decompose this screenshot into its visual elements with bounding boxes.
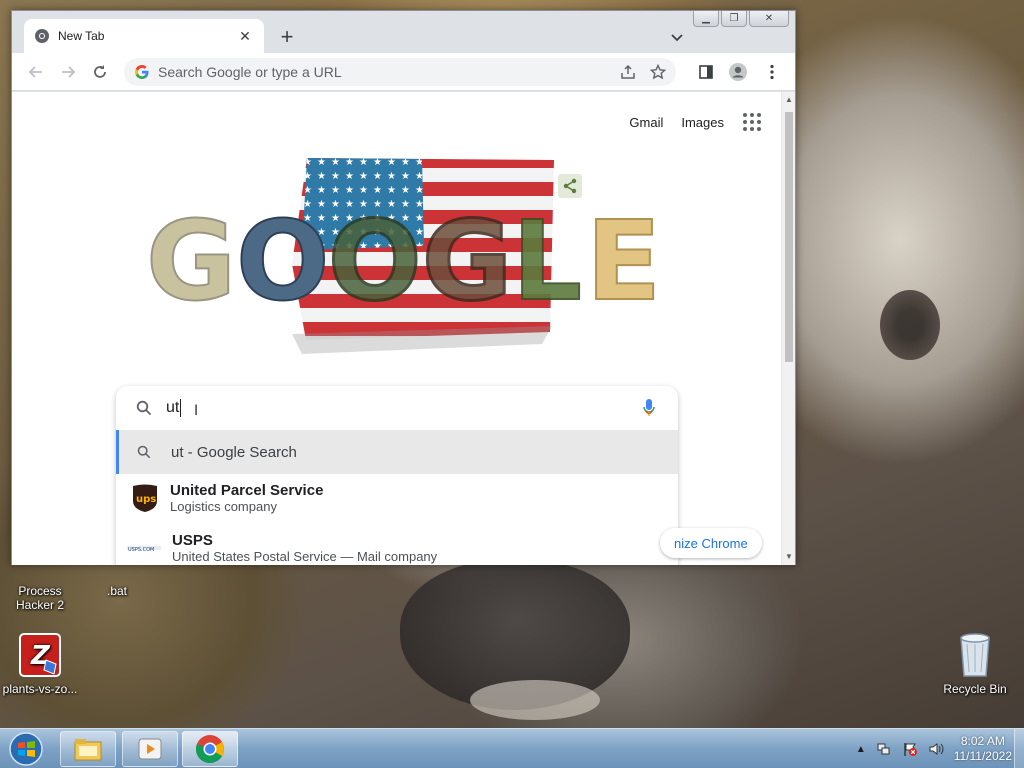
search-icon	[137, 445, 151, 459]
window-controls: ▁ ❐ ✕	[693, 11, 789, 27]
close-window-button[interactable]: ✕	[749, 11, 789, 27]
doodle-letter-l: L	[511, 197, 583, 325]
usps-logo-icon: USPS.COM	[126, 533, 162, 563]
search-input-value: ut	[166, 399, 180, 416]
doodle-letter-o1: O	[235, 197, 331, 325]
wallpaper-koala-eye	[880, 290, 940, 360]
wallpaper-koala-mouth	[470, 680, 600, 720]
suggestion-subtitle: Logistics company	[170, 498, 277, 514]
suggestion-usps[interactable]: USPS.COM USPS United States Postal Servi…	[116, 522, 678, 565]
system-tray: ▲ 8:02 AM 11/11/2022	[856, 729, 1012, 768]
back-arrow-icon[interactable]	[26, 62, 46, 82]
svg-text:ups: ups	[136, 494, 156, 505]
customize-chrome-button[interactable]: nize Chrome	[660, 528, 762, 558]
suggestion-ups[interactable]: ups United Parcel Service Logistics comp…	[116, 474, 678, 522]
suggestion-title: United Parcel Service	[170, 481, 324, 499]
clock[interactable]: 8:02 AM 11/11/2022	[954, 734, 1012, 764]
doodle-letter-o2: O	[327, 197, 424, 325]
text-caret	[180, 399, 182, 417]
address-bar-placeholder: Search Google or type a URL	[158, 64, 342, 80]
search-input[interactable]: ut	[116, 386, 678, 430]
start-button[interactable]	[4, 730, 48, 768]
clock-time: 8:02 AM	[960, 734, 1005, 748]
google-g-icon	[135, 65, 149, 79]
suggestion-google-search[interactable]: ut - Google Search	[116, 430, 678, 474]
doodle-letter-e: E	[585, 197, 662, 325]
scrollbar-thumb[interactable]	[785, 112, 793, 362]
microphone-icon[interactable]	[642, 398, 656, 418]
search-box-with-suggestions: ut Ⅰ ut - Google Search ups United Parce…	[116, 386, 678, 565]
show-hidden-icons-chevron-icon[interactable]: ▲	[856, 744, 866, 755]
restore-button[interactable]: ❐	[721, 11, 747, 27]
bookmark-star-icon[interactable]	[650, 64, 666, 80]
recycle-bin-icon	[955, 630, 995, 678]
clock-date: 11/11/2022	[953, 749, 1012, 763]
tab-close-icon[interactable]: ✕	[236, 27, 254, 45]
new-tab-button[interactable]: +	[274, 24, 300, 50]
scroll-up-icon[interactable]: ▲	[784, 95, 794, 105]
tab-title: New Tab	[58, 29, 105, 43]
profile-avatar-icon[interactable]	[728, 62, 748, 82]
reload-icon[interactable]	[90, 62, 110, 82]
images-link[interactable]: Images	[681, 115, 724, 130]
tab-strip: New Tab ✕ + ▁ ❐ ✕	[12, 11, 795, 53]
ups-logo-icon: ups	[130, 483, 160, 513]
kebab-menu-icon[interactable]	[762, 62, 782, 82]
share-page-icon[interactable]	[620, 64, 636, 80]
top-links: Gmail Images	[629, 112, 762, 132]
plants-vs-zombies-icon: Z	[18, 632, 62, 678]
desktop-icon-plants-vs-zombies[interactable]: Z plants-vs-zo...	[0, 632, 80, 696]
forward-arrow-icon[interactable]	[58, 62, 78, 82]
side-panel-icon[interactable]	[696, 62, 716, 82]
desktop-icon-recycle-bin[interactable]: Recycle Bin	[935, 630, 1015, 696]
browser-toolbar: Search Google or type a URL	[12, 53, 795, 91]
suggestion-text: ut - Google Search	[171, 443, 297, 461]
scroll-down-icon[interactable]: ▼	[784, 552, 794, 562]
chrome-window: New Tab ✕ + ▁ ❐ ✕ Search Google or type …	[11, 10, 796, 565]
media-player-icon	[138, 738, 162, 760]
svg-text:USPS.COM: USPS.COM	[128, 547, 154, 553]
taskbar-media-player-button[interactable]	[122, 731, 178, 767]
address-bar[interactable]: Search Google or type a URL	[124, 58, 676, 86]
volume-icon[interactable]	[928, 741, 944, 757]
taskbar: ▲ 8:02 AM 11/11/2022	[0, 728, 1024, 768]
desktop-icon-label: Hacker 2	[15, 598, 65, 612]
gmail-link[interactable]: Gmail	[629, 115, 663, 130]
doodle-letter-g1: G	[145, 197, 237, 325]
chrome-favicon-icon	[35, 29, 49, 43]
desktop-icon-label: Process	[18, 584, 62, 598]
doodle-share-icon[interactable]	[558, 174, 582, 198]
taskbar-explorer-button[interactable]	[60, 731, 116, 767]
new-tab-page: Gmail Images ★	[12, 92, 782, 565]
show-desktop-button[interactable]	[1014, 729, 1024, 768]
taskbar-chrome-button[interactable]	[182, 731, 238, 767]
search-icon	[136, 400, 152, 416]
chrome-logo-icon	[195, 735, 224, 764]
tab-search-chevron-icon[interactable]	[667, 27, 687, 47]
action-center-flag-icon[interactable]	[902, 741, 918, 757]
desktop-icon-label: plants-vs-zo...	[2, 682, 78, 696]
google-apps-grid-icon[interactable]	[742, 112, 762, 132]
text-cursor-ibeam-icon: Ⅰ	[194, 402, 199, 418]
page-scrollbar[interactable]: ▲ ▼	[781, 92, 795, 565]
file-explorer-icon	[74, 739, 102, 761]
minimize-button[interactable]: ▁	[693, 11, 719, 27]
customize-chrome-label: nize Chrome	[674, 535, 748, 551]
suggestion-subtitle: United States Postal Service — Mail comp…	[172, 548, 438, 564]
tab-new-tab[interactable]: New Tab ✕	[24, 19, 264, 53]
desktop-icon-label: Recycle Bin	[943, 682, 1007, 696]
doodle-letter-g2: G	[420, 197, 513, 325]
windows-logo-icon	[9, 732, 43, 766]
network-icon[interactable]	[876, 741, 892, 757]
suggestion-title: USPS	[172, 531, 213, 549]
desktop-icon-label: .bat	[106, 584, 127, 598]
